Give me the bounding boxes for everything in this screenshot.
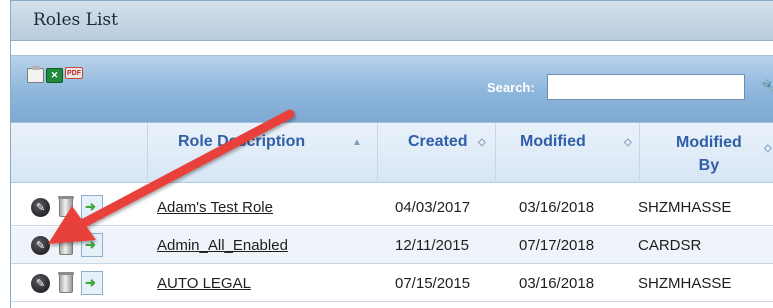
roles-list-panel: Roles List ✕ PDF Search: 🔧 Role Descript… [10, 0, 773, 308]
role-description-link[interactable]: AUTO LEGAL [157, 275, 251, 292]
copy-icon[interactable]: ➜ [81, 233, 103, 257]
toolbar: ✕ PDF Search: 🔧 [11, 55, 773, 123]
modified-date: 03/16/2018 [519, 275, 595, 292]
excel-export-icon[interactable]: ✕ [46, 68, 63, 83]
wrench-icon[interactable]: 🔧 [761, 78, 773, 97]
copy-icon[interactable]: ➜ [81, 195, 103, 219]
modified-by: SHZMHASSE [638, 275, 732, 292]
created-date: 04/03/2017 [395, 199, 471, 216]
table-row: ✎ ➜ Adam's Test Role 04/03/2017 03/16/20… [11, 189, 773, 226]
modified-by: SHZMHASSE [638, 199, 732, 216]
column-header-modified-by[interactable]: Modified By ◇ [639, 123, 773, 183]
table-header: Role Description ▲ Created ◇ Modified ◇ … [11, 123, 773, 183]
delete-icon[interactable] [58, 234, 74, 255]
column-header-modified[interactable]: Modified ◇ [495, 123, 639, 183]
sort-icon[interactable]: ◇ [764, 143, 772, 154]
role-description-link[interactable]: Adam's Test Role [157, 199, 273, 216]
table-row: ✎ ➜ Admin_All_Enabled 12/11/2015 07/17/2… [11, 227, 773, 264]
delete-icon[interactable] [58, 196, 74, 217]
modified-date: 07/17/2018 [519, 237, 595, 254]
created-date: 07/15/2015 [395, 275, 471, 292]
sort-icon[interactable]: ◇ [624, 137, 632, 148]
edit-icon[interactable]: ✎ [31, 236, 50, 255]
search-label: Search: [487, 80, 535, 95]
panel-title: Roles List [33, 10, 118, 30]
sort-icon[interactable]: ◇ [478, 137, 486, 148]
copy-icon[interactable]: ➜ [81, 271, 103, 295]
search-input[interactable] [547, 74, 745, 100]
column-header-role-description[interactable]: Role Description ▲ [147, 123, 377, 183]
delete-icon[interactable] [58, 272, 74, 293]
pdf-export-icon[interactable]: PDF [65, 67, 83, 79]
column-header-actions [11, 123, 147, 183]
clipboard-icon[interactable] [27, 66, 44, 83]
table-row: ✎ ➜ AUTO LEGAL 07/15/2015 03/16/2018 SHZ… [11, 265, 773, 302]
edit-icon[interactable]: ✎ [31, 198, 50, 217]
created-date: 12/11/2015 [395, 237, 469, 254]
role-description-link[interactable]: Admin_All_Enabled [157, 237, 288, 254]
edit-icon[interactable]: ✎ [31, 274, 50, 293]
modified-date: 03/16/2018 [519, 199, 595, 216]
modified-by: CARDSR [638, 237, 702, 254]
sort-asc-icon[interactable]: ▲ [352, 137, 362, 148]
panel-title-bar: Roles List [11, 1, 773, 41]
column-header-created[interactable]: Created ◇ [377, 123, 495, 183]
